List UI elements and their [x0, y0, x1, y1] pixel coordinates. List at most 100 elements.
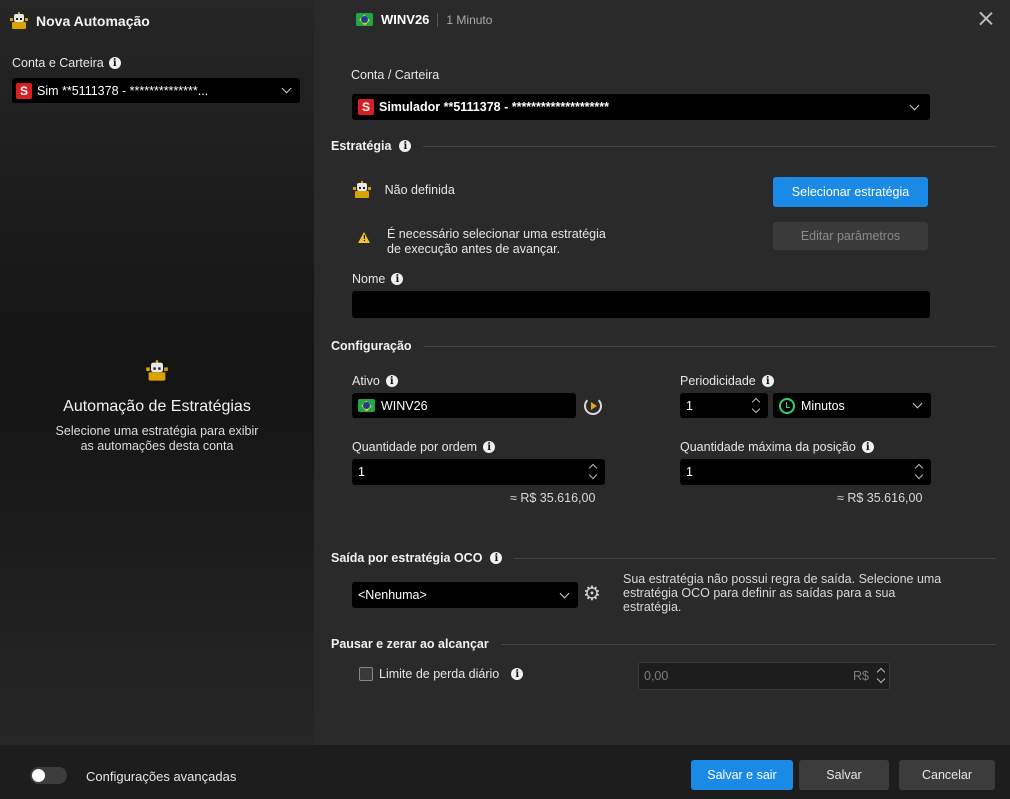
empty-state-title: Automação de Estratégias — [63, 398, 251, 415]
strategy-warning-line1: É necessário selecionar uma estratégia — [387, 227, 606, 241]
daily-loss-value: 0,00 — [644, 669, 669, 683]
stepper-arrows-icon[interactable] — [915, 462, 923, 480]
daily-loss-checkbox-row[interactable]: Limite de perda diário i — [359, 667, 524, 681]
brazil-flag-icon — [356, 13, 373, 26]
toggle-knob — [32, 769, 45, 782]
oco-section-header: Saída por estratégia OCO i — [331, 551, 996, 565]
oco-select[interactable]: <Nenhuma> — [352, 582, 578, 608]
chevron-down-icon — [281, 83, 292, 94]
stepper-arrows-icon[interactable] — [877, 666, 885, 684]
max-qty-stepper[interactable]: 1 — [680, 459, 931, 485]
max-qty-label: Quantidade máxima da posição i — [680, 440, 874, 454]
info-icon[interactable]: i — [399, 140, 412, 152]
brazil-flag-icon — [358, 399, 375, 412]
daily-loss-checkbox[interactable] — [359, 667, 373, 681]
robot-icon — [146, 360, 168, 382]
asset-value: WINV26 — [381, 398, 428, 413]
config-section-header: Configuração — [331, 339, 996, 353]
account-wallet-label: Conta e Carteira i — [12, 56, 121, 70]
cancel-button[interactable]: Cancelar — [899, 760, 995, 790]
strategy-section-header: Estratégia i — [331, 139, 996, 153]
clock-icon — [779, 397, 795, 414]
warning-icon: ! — [358, 232, 370, 243]
divider — [423, 345, 996, 347]
right-panel: WINV26 1 Minuto Conta / Carteira S Simul… — [314, 0, 1010, 745]
info-icon[interactable]: i — [761, 375, 774, 387]
gear-icon[interactable]: ⚙ — [583, 584, 601, 604]
divider — [437, 12, 439, 27]
qty-label-text: Quantidade por ordem — [352, 440, 478, 454]
dialog-title: Nova Automação — [36, 13, 150, 29]
info-icon[interactable]: i — [108, 57, 121, 69]
period-label-text: Periodicidade — [680, 374, 756, 388]
pause-section-title: Pausar e zerar ao alcançar — [331, 637, 489, 651]
divider — [423, 145, 996, 147]
left-panel: Nova Automação Conta e Carteira i S Sim … — [0, 0, 314, 745]
stepper-arrows-icon[interactable] — [589, 462, 597, 480]
advanced-settings-toggle[interactable] — [30, 767, 67, 784]
account-label: Conta / Carteira — [351, 68, 439, 82]
asset-symbol: WINV26 — [381, 12, 430, 27]
close-icon[interactable] — [978, 10, 994, 26]
empty-desc-line2: as automações desta conta — [80, 439, 234, 453]
oco-description: Sua estratégia não possui regra de saída… — [623, 572, 942, 614]
daily-loss-label: Limite de perda diário — [379, 667, 500, 681]
account-label-text: Conta / Carteira — [351, 68, 440, 82]
info-icon[interactable]: i — [391, 273, 404, 285]
oco-select-value: <Nenhuma> — [358, 588, 427, 602]
asset-input[interactable]: WINV26 — [352, 393, 576, 418]
name-label-text: Nome — [352, 272, 386, 286]
qty-value: 1 — [358, 465, 365, 479]
max-qty-value: 1 — [686, 465, 693, 479]
account-wallet-value: Sim **5111378 - **************... — [37, 83, 209, 98]
stepper-arrows-icon[interactable] — [752, 396, 760, 414]
account-wallet-label-text: Conta e Carteira — [12, 56, 104, 70]
chevron-down-icon — [559, 588, 570, 599]
name-label: Nome i — [352, 272, 404, 286]
strategy-warning: É necessário selecionar uma estratégia d… — [387, 227, 606, 257]
robot-icon — [353, 181, 371, 199]
asset-label: Ativo i — [352, 374, 398, 388]
select-strategy-button[interactable]: Selecionar estratégia — [773, 177, 928, 207]
daily-loss-input[interactable]: 0,00 R$ — [638, 662, 890, 690]
pause-section-header: Pausar e zerar ao alcançar — [331, 637, 996, 651]
max-qty-approx-value: ≈ R$ 35.616,00 — [837, 491, 923, 505]
qty-stepper[interactable]: 1 — [352, 459, 605, 485]
oco-section-title: Saída por estratégia OCO — [331, 551, 483, 565]
advanced-settings-label: Configurações avançadas — [86, 769, 237, 784]
simulator-badge-icon: S — [358, 99, 374, 115]
save-button[interactable]: Salvar — [799, 760, 889, 790]
currency-label: R$ — [853, 669, 869, 683]
strategy-status-text: Não definida — [384, 183, 455, 197]
info-icon[interactable]: i — [861, 441, 874, 453]
info-icon[interactable]: i — [483, 441, 496, 453]
period-unit-select[interactable]: Minutos — [773, 393, 931, 418]
account-wallet-select[interactable]: S Sim **5111378 - **************... — [12, 78, 300, 103]
period-stepper[interactable]: 1 — [680, 393, 768, 418]
cycle-replay-icon[interactable] — [584, 397, 602, 415]
chevron-down-icon — [912, 398, 923, 409]
qty-label: Quantidade por ordem i — [352, 440, 496, 454]
edit-parameters-button[interactable]: Editar parâmetros — [773, 222, 928, 250]
robot-icon — [10, 12, 28, 30]
period-label: Periodicidade i — [680, 374, 774, 388]
empty-state-description: Selecione uma estratégia para exibir as … — [0, 424, 314, 454]
chevron-down-icon — [909, 100, 920, 111]
info-icon[interactable]: i — [511, 668, 524, 680]
divider — [514, 557, 996, 559]
qty-approx-value: ≈ R$ 35.616,00 — [510, 491, 596, 505]
account-select-value: Simulador **5111378 - ******************… — [379, 100, 610, 114]
name-input[interactable] — [352, 291, 930, 318]
save-exit-button[interactable]: Salvar e sair — [691, 760, 793, 790]
empty-state: Automação de Estratégias Selecione uma e… — [0, 360, 314, 454]
info-icon[interactable]: i — [385, 375, 398, 387]
simulator-badge-icon: S — [16, 82, 32, 99]
info-icon[interactable]: i — [490, 552, 503, 564]
account-select[interactable]: S Simulador **5111378 - ****************… — [352, 94, 930, 120]
period-value: 1 — [686, 398, 693, 413]
asset-timeframe: 1 Minuto — [446, 12, 493, 27]
strategy-warning-line2: de execução antes de avançar. — [387, 242, 561, 256]
strategy-section-title: Estratégia — [331, 139, 392, 153]
config-section-title: Configuração — [331, 339, 412, 353]
dialog-title-row: Nova Automação — [10, 12, 150, 30]
